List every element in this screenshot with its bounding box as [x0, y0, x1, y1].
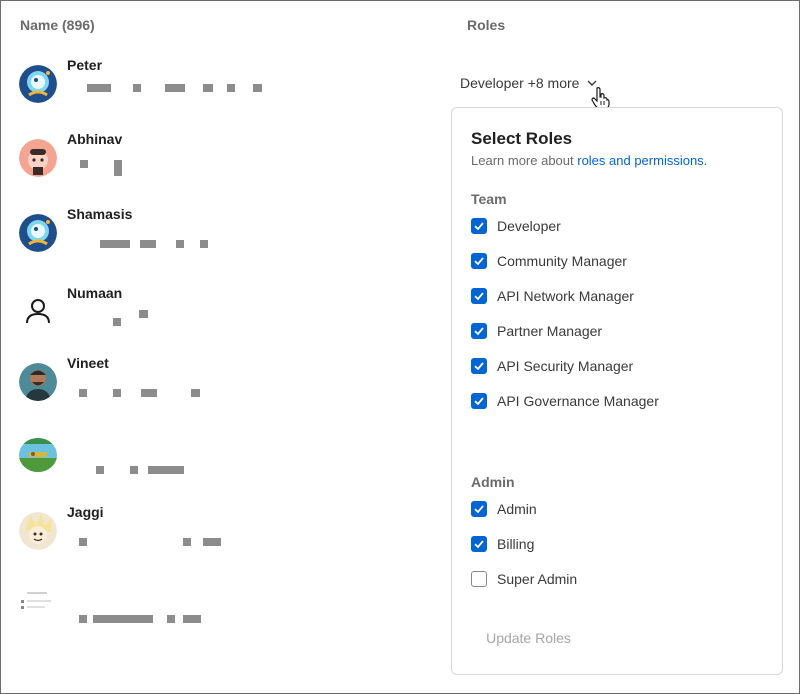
roles-summary-label: Developer +8 more: [460, 75, 580, 91]
role-checkbox-billing[interactable]: Billing: [471, 534, 534, 554]
document-avatar: [19, 590, 53, 628]
user-name: Peter: [67, 57, 103, 73]
user-row[interactable]: Shamasis: [0, 206, 440, 274]
role-label: Developer: [497, 218, 561, 234]
checkbox-checked[interactable]: [471, 288, 487, 304]
checkbox-checked[interactable]: [471, 536, 487, 552]
landscape-avatar: [19, 438, 57, 472]
role-checkbox-api-governance-manager[interactable]: API Governance Manager: [471, 391, 659, 411]
checkbox-unchecked[interactable]: [471, 571, 487, 587]
user-name: Shamasis: [67, 206, 133, 222]
role-checkbox-developer[interactable]: Developer: [471, 216, 561, 236]
checkbox-checked[interactable]: [471, 253, 487, 269]
role-label: Admin: [497, 501, 537, 517]
checkbox-checked[interactable]: [471, 393, 487, 409]
role-checkbox-api-network-manager[interactable]: API Network Manager: [471, 286, 634, 306]
default-user-icon: [19, 293, 57, 331]
role-label: Super Admin: [497, 571, 578, 587]
user-name: Abhinav: [67, 131, 123, 147]
role-label: Partner Manager: [497, 323, 603, 339]
role-label: API Governance Manager: [497, 393, 659, 409]
panel-title: Select Roles: [471, 129, 573, 148]
roles-permissions-link[interactable]: roles and permissions.: [577, 153, 707, 168]
user-row[interactable]: Numaan: [0, 285, 440, 353]
panel-subtitle-text: Learn more about: [471, 153, 578, 168]
cartoon-avatar: [19, 512, 57, 550]
name-column-header[interactable]: Name (896): [20, 17, 95, 33]
role-label: API Network Manager: [497, 288, 634, 304]
roles-dropdown-toggle[interactable]: Developer +8 more: [460, 75, 597, 91]
admin-group-label: Admin: [471, 474, 515, 490]
panel-subtitle: Learn more about roles and permissions.: [471, 153, 707, 168]
role-checkbox-partner-manager[interactable]: Partner Manager: [471, 321, 602, 341]
role-checkbox-api-security-manager[interactable]: API Security Manager: [471, 356, 633, 376]
select-roles-panel: Select Roles Learn more about roles and …: [451, 107, 783, 675]
role-label: Community Manager: [497, 253, 627, 269]
user-row[interactable]: [0, 438, 440, 498]
user-name: Vineet: [67, 355, 109, 371]
checkbox-checked[interactable]: [471, 358, 487, 374]
photo-avatar: [19, 363, 57, 401]
astronaut-avatar: [19, 214, 57, 252]
user-name: Numaan: [67, 285, 123, 301]
role-checkbox-super-admin[interactable]: Super Admin: [471, 569, 577, 589]
pink-character-avatar: [19, 139, 57, 177]
user-name: Jaggi: [67, 504, 104, 520]
role-checkbox-admin[interactable]: Admin: [471, 499, 537, 519]
role-label: API Security Manager: [497, 358, 634, 374]
user-row[interactable]: Abhinav: [0, 131, 440, 199]
astronaut-avatar: [19, 65, 57, 103]
checkbox-checked[interactable]: [471, 218, 487, 234]
roles-column-header: Roles: [467, 17, 506, 33]
user-row[interactable]: Peter: [0, 57, 440, 125]
user-row[interactable]: Vineet: [0, 355, 440, 423]
user-row[interactable]: [0, 590, 440, 650]
team-group-label: Team: [471, 191, 507, 207]
role-label: Billing: [497, 536, 535, 552]
role-checkbox-community-manager[interactable]: Community Manager: [471, 251, 627, 271]
checkbox-checked[interactable]: [471, 501, 487, 517]
user-row[interactable]: Jaggi: [0, 504, 440, 572]
checkbox-checked[interactable]: [471, 323, 487, 339]
update-roles-button[interactable]: Update Roles: [471, 623, 586, 653]
